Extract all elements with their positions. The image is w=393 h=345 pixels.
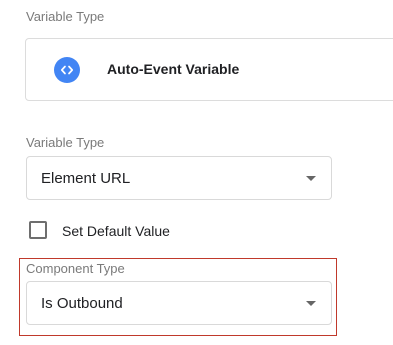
element-variable-type-label: Variable Type [26,135,105,150]
component-type-label: Component Type [26,261,125,276]
variable-type-select-value: Element URL [41,170,131,187]
set-default-value-checkbox[interactable] [29,221,47,239]
variable-type-name: Auto-Event Variable [107,61,240,77]
set-default-value-label: Set Default Value [62,223,170,239]
component-type-select[interactable]: Is Outbound [26,281,332,325]
variable-type-select[interactable]: Element URL [26,156,332,200]
variable-type-card[interactable]: Auto-Event Variable [25,38,393,101]
code-brackets-icon [54,57,80,83]
component-type-select-value: Is Outbound [41,295,123,312]
variable-type-heading: Variable Type [26,9,105,24]
dropdown-caret-icon [306,301,316,306]
dropdown-caret-icon [306,176,316,181]
